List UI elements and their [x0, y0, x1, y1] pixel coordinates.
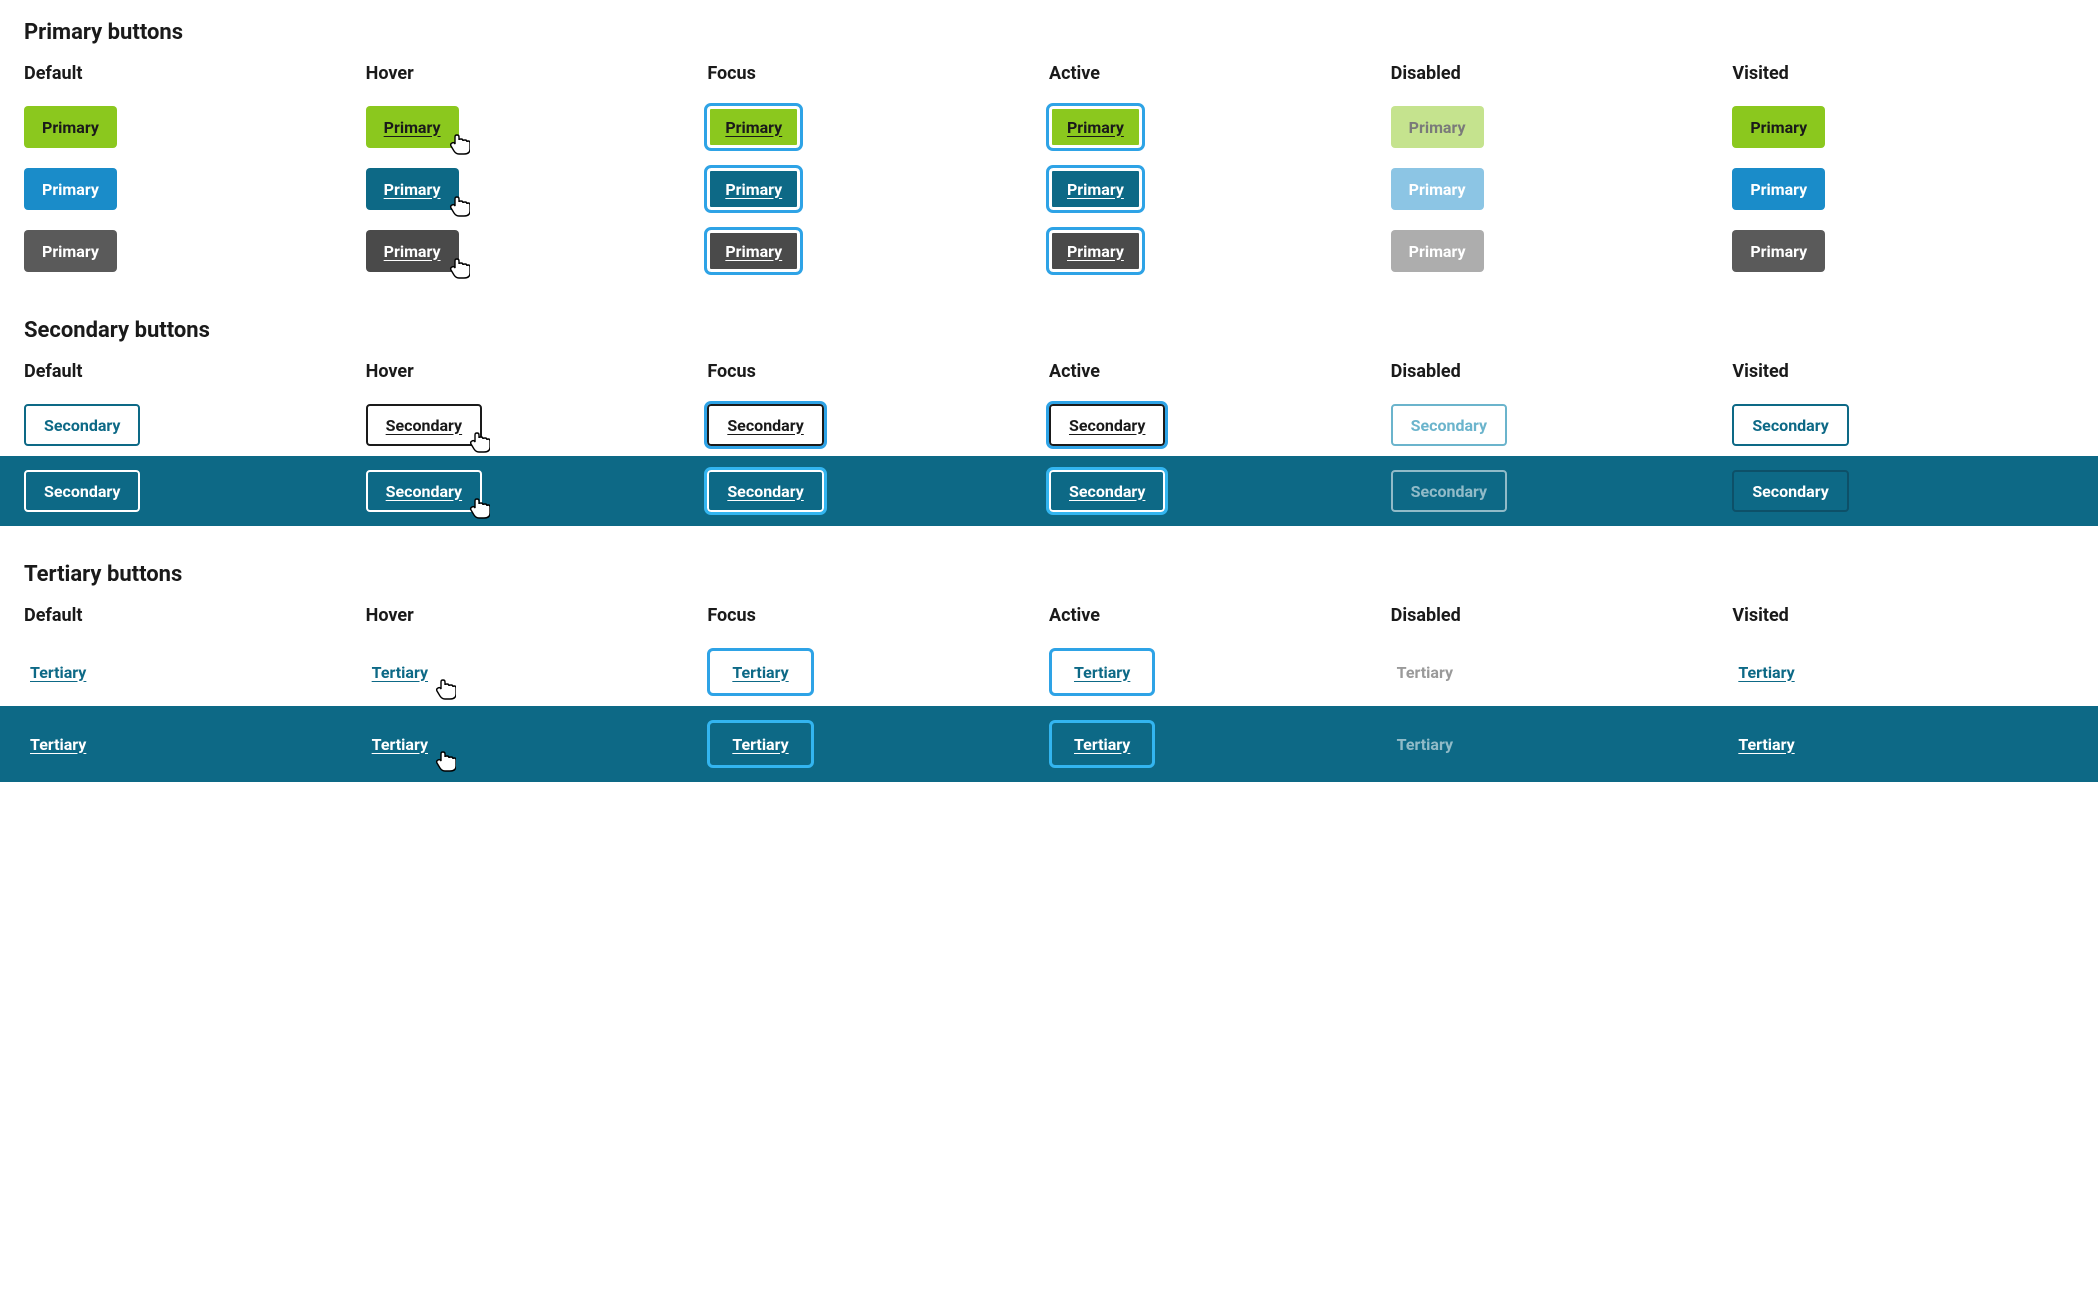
state-header-active: Active [1049, 353, 1391, 394]
secondary-dark-hover[interactable]: Secondary [366, 470, 482, 512]
state-header-hover: Hover [366, 353, 708, 394]
tertiary-dark-visited[interactable]: Tertiary [1732, 723, 1800, 765]
state-header-visited: Visited [1732, 353, 2074, 394]
primary-buttons-section: Primary buttons Default Hover Focus Acti… [24, 20, 2074, 282]
secondary-light-hover[interactable]: Secondary [366, 404, 482, 446]
primary-blue-active[interactable]: Primary [1049, 168, 1142, 210]
state-header-focus: Focus [707, 55, 1049, 96]
secondary-light-visited[interactable]: Secondary [1732, 404, 1848, 446]
secondary-dark-active[interactable]: Secondary [1049, 470, 1165, 512]
primary-blue-visited[interactable]: Primary [1732, 168, 1825, 210]
secondary-dark-focus[interactable]: Secondary [707, 470, 823, 512]
state-header-default: Default [24, 597, 366, 638]
cursor-icon [434, 677, 456, 701]
tertiary-dark-hover[interactable]: Tertiary [366, 723, 434, 765]
tertiary-light-visited[interactable]: Tertiary [1732, 651, 1800, 693]
state-header-disabled: Disabled [1391, 55, 1733, 96]
tertiary-dark-default[interactable]: Tertiary [24, 723, 92, 765]
state-header-hover: Hover [366, 597, 708, 638]
secondary-light-focus[interactable]: Secondary [707, 404, 823, 446]
tertiary-title: Tertiary buttons [24, 562, 2074, 587]
state-header-disabled: Disabled [1391, 597, 1733, 638]
primary-title: Primary buttons [24, 20, 2074, 45]
state-header-focus: Focus [707, 353, 1049, 394]
primary-gray-default[interactable]: Primary [24, 230, 117, 272]
state-header-visited: Visited [1732, 55, 2074, 96]
primary-gray-hover[interactable]: Primary [366, 230, 459, 272]
secondary-dark-default[interactable]: Secondary [24, 470, 140, 512]
secondary-dark-visited[interactable]: Secondary [1732, 470, 1848, 512]
primary-blue-default[interactable]: Primary [24, 168, 117, 210]
secondary-light-default[interactable]: Secondary [24, 404, 140, 446]
secondary-dark-band: Secondary Secondary Secondary Secondary … [0, 456, 2098, 526]
tertiary-light-default[interactable]: Tertiary [24, 651, 92, 693]
tertiary-light-active[interactable]: Tertiary [1049, 648, 1155, 696]
primary-green-default[interactable]: Primary [24, 106, 117, 148]
state-header-active: Active [1049, 597, 1391, 638]
secondary-light-disabled: Secondary [1391, 404, 1507, 446]
state-header-focus: Focus [707, 597, 1049, 638]
primary-blue-focus[interactable]: Primary [707, 168, 800, 210]
cursor-icon [434, 749, 456, 773]
primary-gray-visited[interactable]: Primary [1732, 230, 1825, 272]
primary-gray-active[interactable]: Primary [1049, 230, 1142, 272]
primary-green-focus[interactable]: Primary [707, 106, 800, 148]
tertiary-light-focus[interactable]: Tertiary [707, 648, 813, 696]
state-header-visited: Visited [1732, 597, 2074, 638]
primary-green-active[interactable]: Primary [1049, 106, 1142, 148]
primary-gray-disabled: Primary [1391, 230, 1484, 272]
primary-blue-hover[interactable]: Primary [366, 168, 459, 210]
state-header-active: Active [1049, 55, 1391, 96]
secondary-light-active[interactable]: Secondary [1049, 404, 1165, 446]
secondary-buttons-section: Secondary buttons Default Hover Focus Ac… [24, 318, 2074, 526]
primary-green-disabled: Primary [1391, 106, 1484, 148]
tertiary-dark-focus[interactable]: Tertiary [707, 720, 813, 768]
tertiary-dark-band: Tertiary Tertiary Tertiary Tertiary Tert… [0, 706, 2098, 782]
tertiary-light-hover[interactable]: Tertiary [366, 651, 434, 693]
state-header-default: Default [24, 353, 366, 394]
tertiary-light-disabled: Tertiary [1391, 651, 1459, 693]
primary-green-visited[interactable]: Primary [1732, 106, 1825, 148]
primary-gray-focus[interactable]: Primary [707, 230, 800, 272]
secondary-title: Secondary buttons [24, 318, 2074, 343]
tertiary-dark-active[interactable]: Tertiary [1049, 720, 1155, 768]
primary-green-hover[interactable]: Primary [366, 106, 459, 148]
primary-blue-disabled: Primary [1391, 168, 1484, 210]
tertiary-buttons-section: Tertiary buttons Default Hover Focus Act… [24, 562, 2074, 782]
tertiary-dark-disabled: Tertiary [1391, 723, 1459, 765]
state-header-hover: Hover [366, 55, 708, 96]
secondary-dark-disabled: Secondary [1391, 470, 1507, 512]
state-header-disabled: Disabled [1391, 353, 1733, 394]
state-header-default: Default [24, 55, 366, 96]
